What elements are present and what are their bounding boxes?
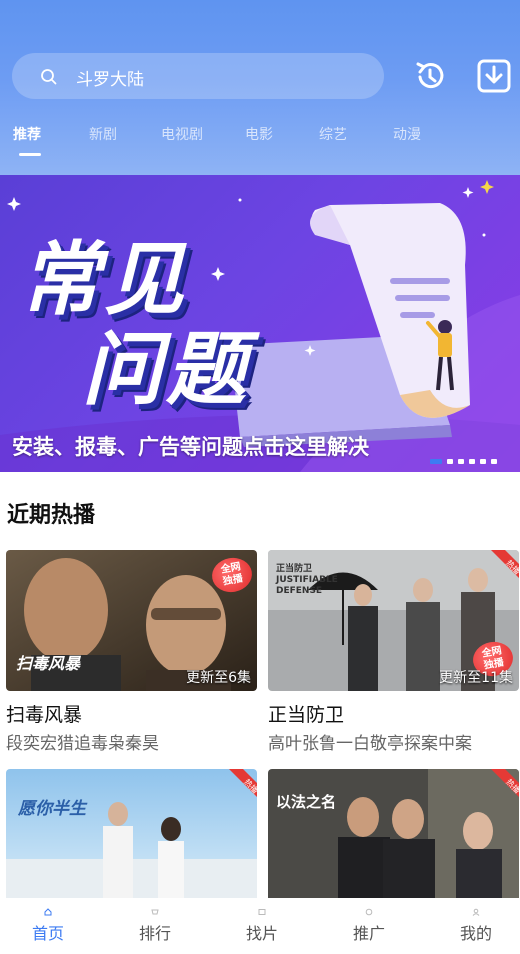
video-thumbnail[interactable]: 扫毒风暴 全网 独播 更新至6集	[6, 550, 257, 691]
tabbar-promote[interactable]: 推广	[329, 898, 409, 944]
active-tab-indicator	[19, 153, 41, 156]
share-icon	[365, 908, 373, 916]
carousel-indicator	[430, 459, 497, 464]
carousel-dot[interactable]	[480, 459, 486, 464]
video-title: 扫毒风暴	[6, 704, 83, 726]
search-bar[interactable]: 斗罗大陆	[12, 53, 384, 99]
tabbar-label: 找片	[245, 924, 278, 943]
video-description: 段奕宏猎追毒枭秦昊	[6, 734, 159, 754]
tab-variety[interactable]: 综艺	[319, 124, 347, 144]
video-thumbnail[interactable]: 以法之名 热播	[268, 769, 519, 898]
tabbar-label: 我的	[459, 924, 492, 943]
carousel-dot[interactable]	[430, 459, 442, 464]
section-title: 近期热播	[7, 503, 96, 528]
banner-caption: 安装、报毒、广告等问题点击这里解决	[12, 435, 369, 459]
poster-title: 以法之名	[276, 793, 337, 811]
carousel-dot[interactable]	[447, 459, 453, 464]
history-icon[interactable]	[410, 56, 450, 96]
tab-recommend[interactable]: 推荐	[13, 124, 41, 144]
tab-movie[interactable]: 电影	[245, 124, 273, 144]
poster-title: 愿你半生	[18, 799, 86, 819]
tabbar-label: 首页	[31, 924, 64, 943]
tabbar-ranking[interactable]: 排行	[115, 898, 195, 944]
header: 斗罗大陆 推荐 新剧 电视剧 电影 综艺 动漫	[0, 0, 520, 175]
category-tabs: 推荐 新剧 电视剧 电影 综艺 动漫	[0, 124, 520, 160]
tabbar-home[interactable]: 首页	[8, 898, 88, 944]
tab-tv[interactable]: 电视剧	[161, 124, 203, 144]
bottom-tab-bar: 首页 排行 找片 推广 我的	[0, 898, 520, 954]
poster-title: 正当防卫 JUSTIFIABLE DEFENSE	[276, 564, 338, 596]
tab-new[interactable]: 新剧	[89, 124, 117, 144]
episode-count: 更新至11集	[439, 670, 513, 686]
ranking-icon	[151, 909, 159, 915]
download-icon[interactable]	[474, 56, 514, 96]
home-icon	[44, 908, 52, 916]
banner-title-line2: 问题	[82, 323, 250, 416]
user-icon	[472, 908, 480, 916]
tabbar-label: 推广	[352, 924, 385, 943]
film-icon	[258, 909, 266, 915]
tab-anime[interactable]: 动漫	[393, 124, 421, 144]
carousel-dot[interactable]	[491, 459, 497, 464]
carousel-dot[interactable]	[458, 459, 464, 464]
video-description: 高叶张鲁一白敬亭探案中案	[268, 734, 472, 754]
tabbar-profile[interactable]: 我的	[436, 898, 516, 944]
search-icon	[41, 69, 57, 85]
video-thumbnail[interactable]: 愿你半生 热播	[6, 769, 257, 898]
tabbar-label: 排行	[138, 924, 171, 943]
tabbar-discover[interactable]: 找片	[222, 898, 302, 944]
video-thumbnail[interactable]: 正当防卫 JUSTIFIABLE DEFENSE 热播 全网 独播 更新至11集	[268, 550, 519, 691]
carousel-dot[interactable]	[469, 459, 475, 464]
video-title: 正当防卫	[268, 704, 345, 726]
search-query: 斗罗大陆	[76, 70, 144, 90]
episode-count: 更新至6集	[186, 670, 251, 686]
hot-tag: 热播	[491, 550, 519, 578]
hot-tag: 热播	[491, 769, 519, 797]
faq-banner[interactable]: 常见 问题 安装、报毒、广告等问题点击这里解决	[0, 175, 520, 472]
hot-tag: 热播	[229, 769, 257, 797]
poster-title: 扫毒风暴	[16, 654, 81, 673]
